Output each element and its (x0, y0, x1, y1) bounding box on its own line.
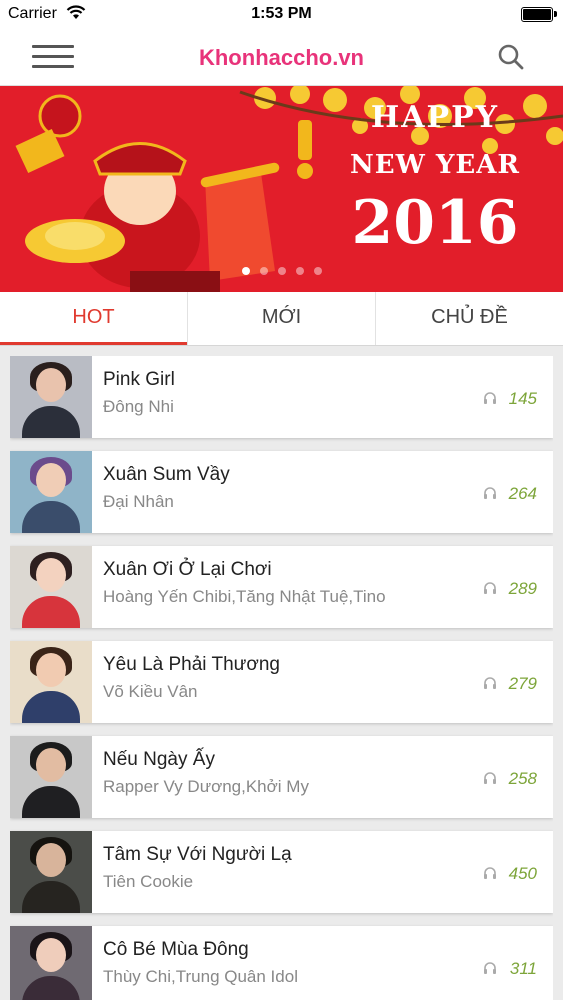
play-count: 289 (508, 579, 537, 598)
page-dot[interactable] (259, 267, 268, 275)
promo-banner[interactable]: HAPPY NEW YEAR 2016 (0, 86, 563, 292)
play-count: 279 (508, 674, 537, 693)
headphone-icon (484, 962, 496, 974)
song-thumbnail (10, 831, 92, 913)
headphone-icon (484, 487, 496, 499)
song-artist: Đại Nhân (103, 492, 174, 511)
battery-icon (521, 7, 557, 22)
tab-topics[interactable]: CHỦ ĐỀ (375, 292, 563, 345)
song-row[interactable]: Pink Girl Đông Nhi 145 (10, 356, 553, 438)
tab-new[interactable]: MỚI (187, 292, 375, 345)
song-thumbnail (10, 641, 92, 723)
song-title: Pink Girl (103, 369, 175, 390)
page-dot[interactable] (277, 267, 286, 275)
app-title: Khonhaccho.vn (198, 45, 364, 70)
category-tabs: HOT MỚI CHỦ ĐỀ (0, 292, 563, 346)
search-icon[interactable] (497, 43, 525, 71)
song-row[interactable]: Xuân Ơi Ở Lại Chơi Hoàng Yến Chibi,Tăng … (10, 546, 553, 628)
clock: 1:53 PM (251, 5, 312, 22)
page-dot[interactable] (241, 267, 250, 275)
headphone-icon (484, 867, 496, 879)
page-dot[interactable] (313, 267, 322, 275)
page-dot[interactable] (295, 267, 304, 275)
banner-text-new-year: NEW YEAR (350, 150, 520, 180)
headphone-icon (484, 677, 496, 689)
play-count: 258 (508, 769, 537, 788)
song-thumbnail (10, 926, 92, 1000)
song-list: Pink Girl Đông Nhi 145 Xuân Sum Vầy Đại … (10, 356, 553, 1000)
play-count: 450 (508, 864, 537, 883)
song-thumbnail (10, 356, 92, 438)
song-row[interactable]: Xuân Sum Vầy Đại Nhân 264 (10, 451, 553, 533)
song-thumbnail (10, 546, 92, 628)
play-count: 264 (508, 484, 537, 503)
song-title: Xuân Sum Vầy (103, 464, 230, 485)
headphone-icon (484, 582, 496, 594)
song-title: Cô Bé Mùa Đông (103, 939, 249, 960)
banner-text-happy: HAPPY (370, 100, 500, 135)
song-row[interactable]: Tâm Sự Với Người Lạ Tiên Cookie 450 (10, 831, 553, 913)
app-header: Khonhaccho.vn (0, 28, 563, 86)
song-row[interactable]: Nếu Ngày Ấy Rapper Vy Dương,Khởi My 258 (10, 736, 553, 818)
banner-text-year: 2016 (351, 188, 519, 258)
status-bar: Carrier 1:53 PM (0, 0, 563, 28)
song-artist: Võ Kiều Vân (103, 682, 198, 701)
song-artist: Đông Nhi (103, 397, 174, 416)
song-artist: Tiên Cookie (103, 872, 194, 891)
banner-page-indicator[interactable] (0, 262, 563, 280)
play-count: 145 (508, 389, 537, 408)
song-artist: Hoàng Yến Chibi,Tăng Nhật Tuệ,Tino (103, 587, 386, 606)
song-row[interactable]: Yêu Là Phải Thương Võ Kiều Vân 279 (10, 641, 553, 723)
song-title: Yêu Là Phải Thương (103, 654, 280, 675)
song-row[interactable]: Cô Bé Mùa Đông Thùy Chi,Trung Quân Idol … (10, 926, 553, 1000)
song-title: Nếu Ngày Ấy (103, 749, 215, 770)
song-thumbnail (10, 451, 92, 533)
song-title: Xuân Ơi Ở Lại Chơi (103, 559, 272, 580)
play-count: 311 (509, 959, 537, 978)
song-artist: Rapper Vy Dương,Khởi My (103, 777, 309, 796)
headphone-icon (484, 772, 496, 784)
song-thumbnail (10, 736, 92, 818)
headphone-icon (484, 392, 496, 404)
tab-hot[interactable]: HOT (0, 292, 187, 345)
song-artist: Thùy Chi,Trung Quân Idol (103, 967, 298, 986)
song-title: Tâm Sự Với Người Lạ (103, 844, 292, 865)
